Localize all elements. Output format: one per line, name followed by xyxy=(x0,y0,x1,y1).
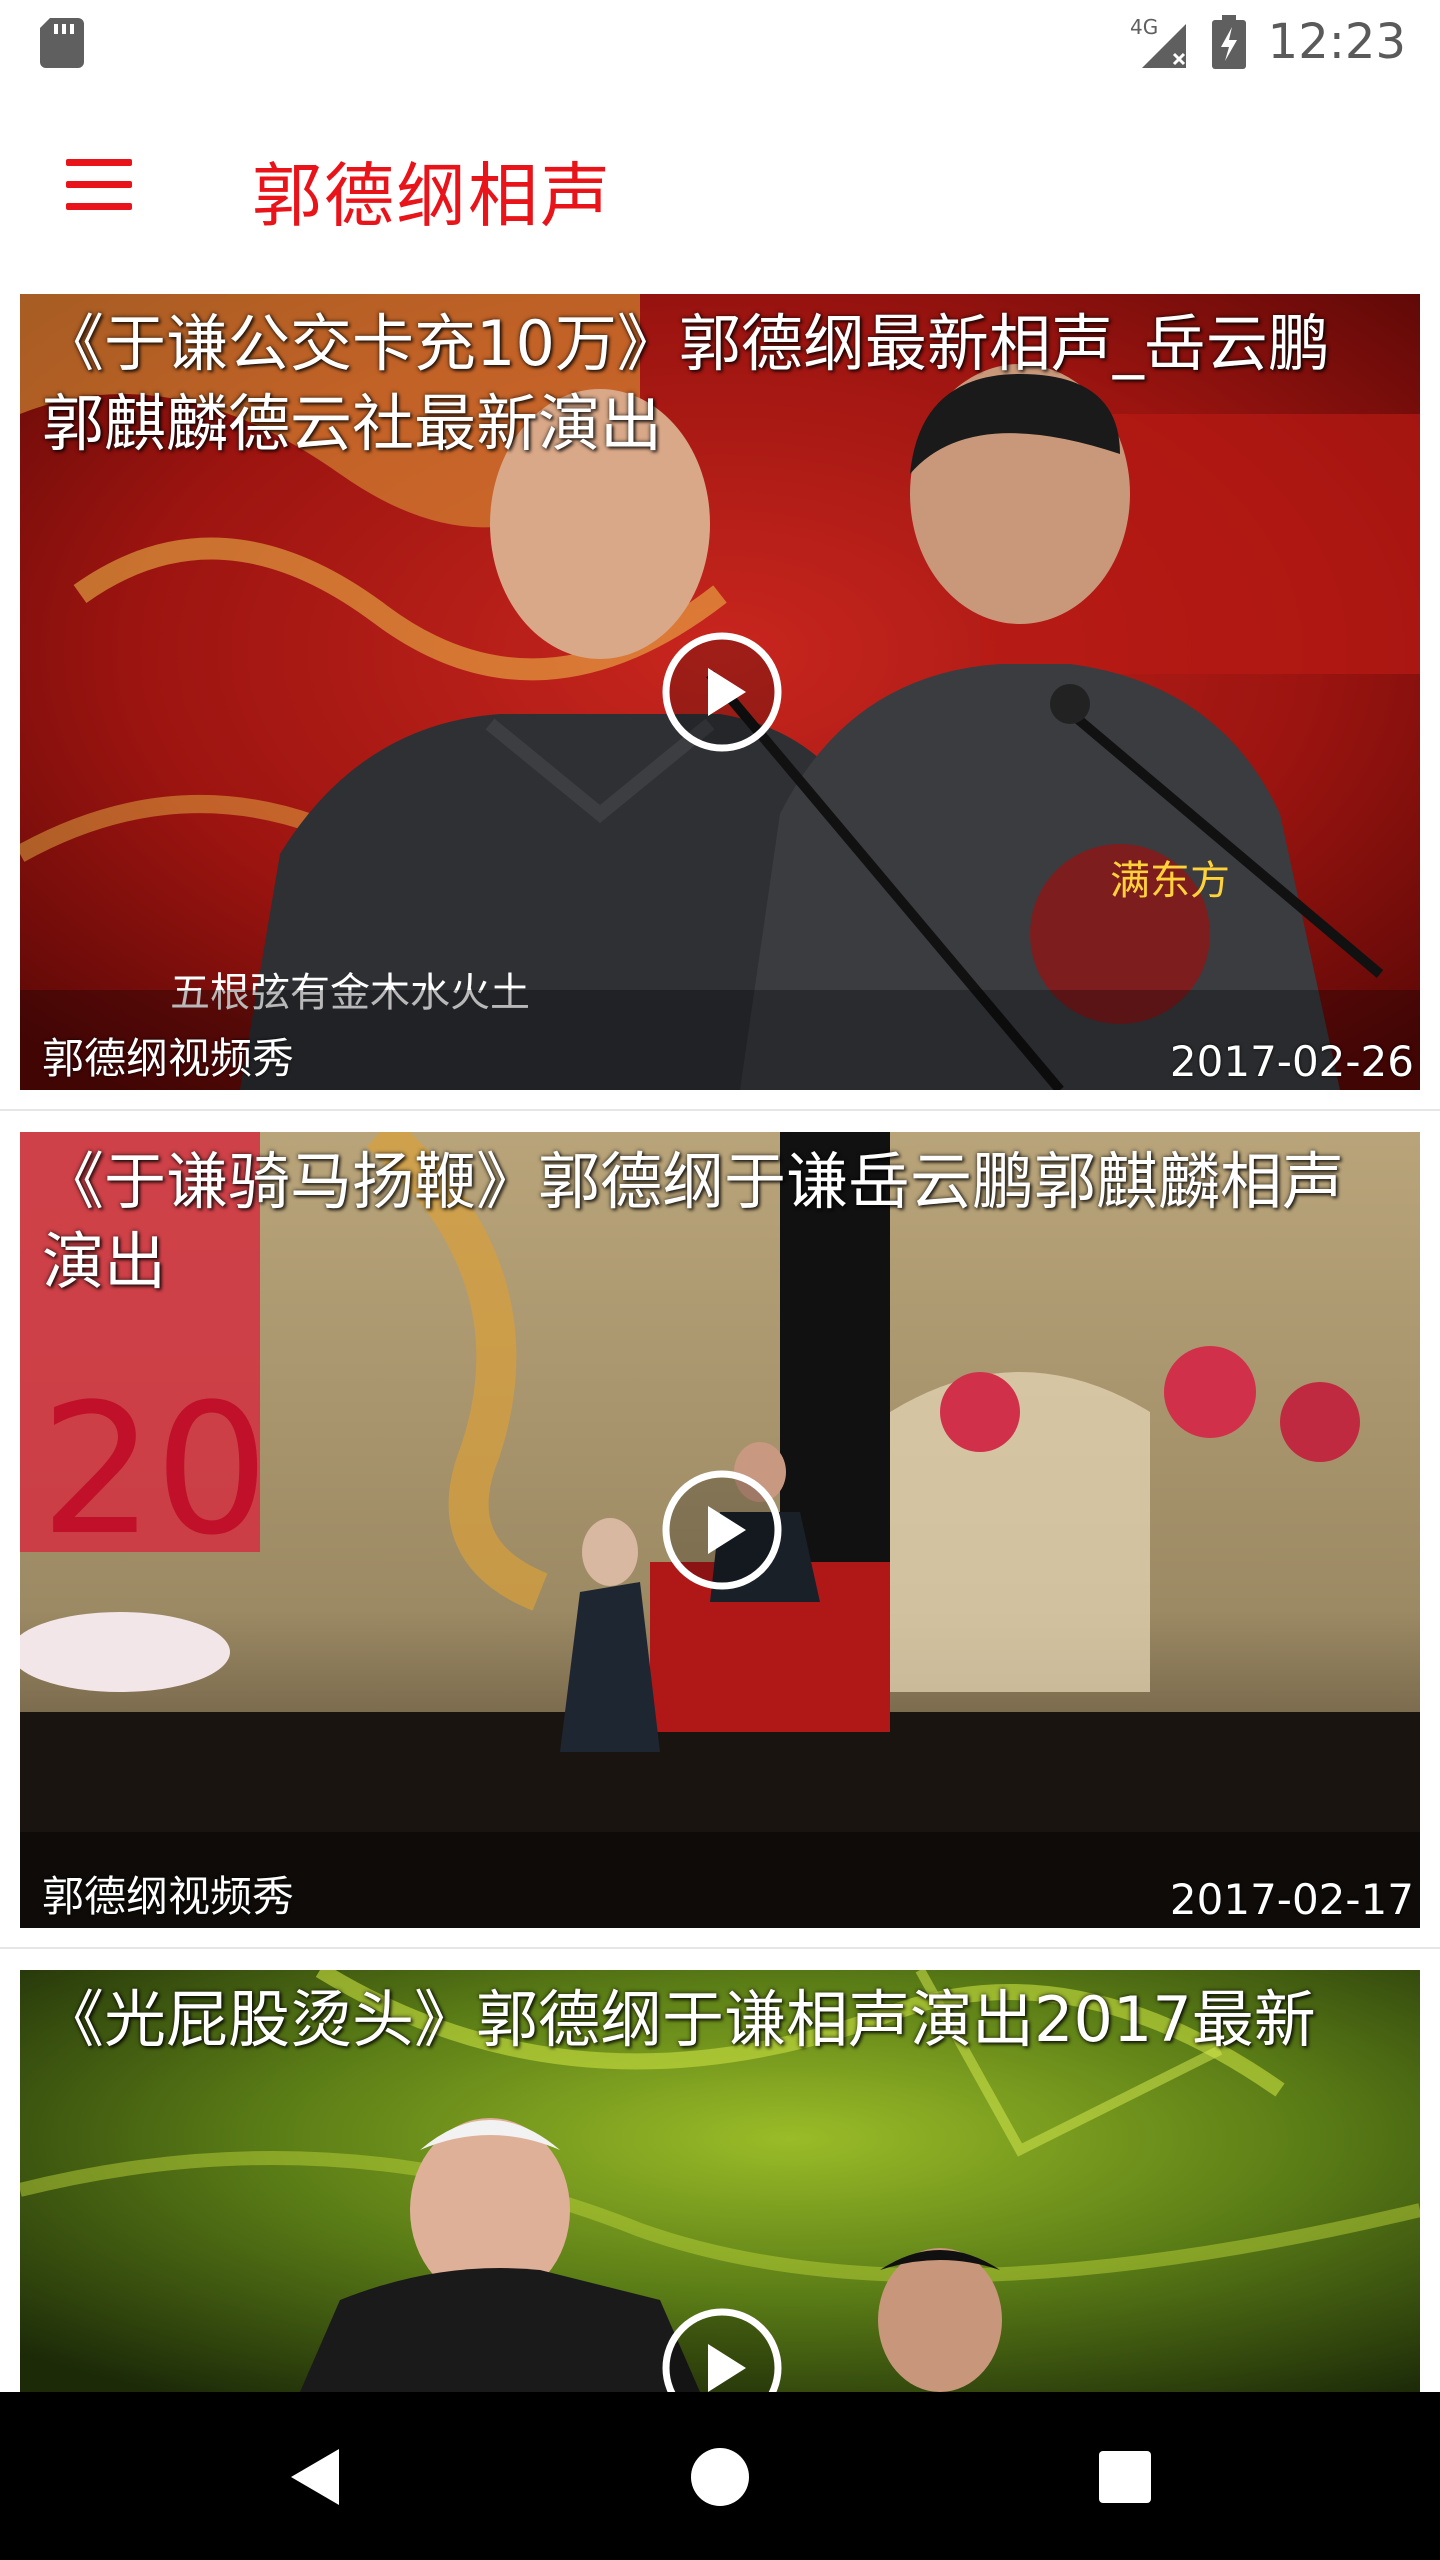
app-title: 郭德纲相声 xyxy=(252,155,612,237)
play-icon[interactable] xyxy=(660,1468,784,1592)
menu-button[interactable] xyxy=(44,130,154,240)
back-button[interactable] xyxy=(270,2432,360,2522)
clock: 12:23 xyxy=(1267,14,1406,70)
app-bar: 郭德纲相声 xyxy=(0,84,1440,274)
video-date: 2017-02-17 xyxy=(1169,1875,1414,1924)
battery-charging-icon xyxy=(1211,15,1246,69)
video-card[interactable]: 20 《于谦骑马扬鞭》郭德纲于谦岳云鹏郭麒麟相声演出 郭德纲视频秀 2017-0… xyxy=(20,1132,1420,1928)
video-title: 《光屁股烫头》郭德纲于谦相声演出2017最新 xyxy=(42,1983,1316,2056)
video-title: 《于谦公交卡充10万》郭德纲最新相声_岳云鹏郭麒麟德云社最新演出 xyxy=(42,307,1330,460)
video-source: 郭德纲视频秀 xyxy=(42,1034,295,1083)
video-source: 郭德纲视频秀 xyxy=(42,1872,295,1921)
play-icon[interactable] xyxy=(660,630,784,754)
recents-button[interactable] xyxy=(1080,2432,1170,2522)
back-icon xyxy=(291,2449,339,2505)
video-date: 2017-02-26 xyxy=(1169,1037,1414,1086)
video-title: 《于谦骑马扬鞭》郭德纲于谦岳云鹏郭麒麟相声演出 xyxy=(42,1145,1345,1298)
recents-icon xyxy=(1099,2451,1151,2503)
menu-icon xyxy=(66,159,132,211)
signal-icon: 4G xyxy=(1130,15,1186,68)
video-card[interactable]: 《光屁股烫头》郭德纲于谦相声演出2017最新 xyxy=(20,1970,1420,2392)
navigation-bar xyxy=(0,2392,1440,2560)
video-card[interactable]: 满东方 五根弦有金木水火土 《于谦公交卡充10万》郭德纲最新相声_岳云鹏郭麒麟德… xyxy=(20,294,1420,1090)
sd-card-icon xyxy=(40,18,84,68)
svg-text:20: 20 xyxy=(40,1366,269,1575)
home-button[interactable] xyxy=(675,2432,765,2522)
status-bar: 4G 12:23 xyxy=(0,0,1440,84)
play-icon[interactable] xyxy=(660,2306,784,2392)
home-icon xyxy=(691,2448,749,2506)
svg-text:满东方: 满东方 xyxy=(1110,858,1230,904)
network-label: 4G xyxy=(1130,15,1158,39)
divider xyxy=(0,1109,1440,1111)
divider xyxy=(0,1947,1440,1949)
